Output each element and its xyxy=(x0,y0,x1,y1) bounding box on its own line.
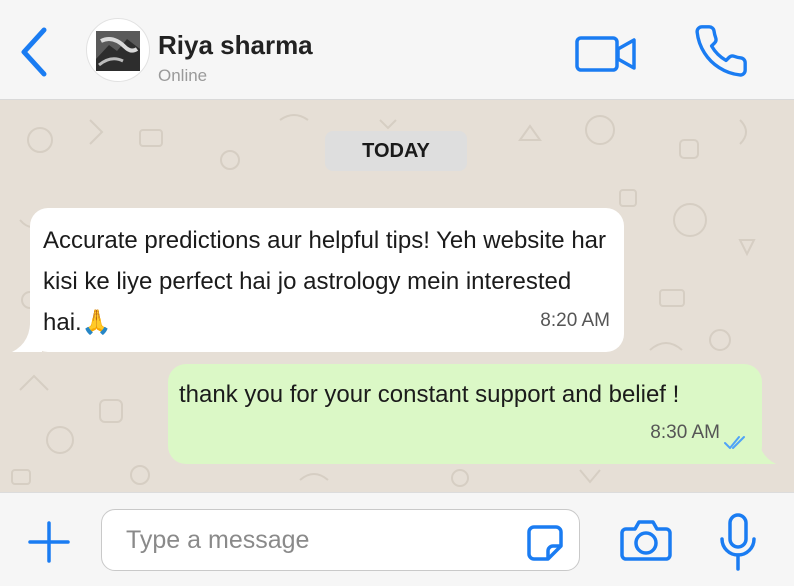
microphone-icon xyxy=(720,513,756,571)
camera-icon xyxy=(620,520,672,561)
chat-header: Riya sharma Online xyxy=(0,0,794,100)
sticker-button[interactable] xyxy=(526,524,564,562)
avatar-image xyxy=(96,31,140,71)
video-call-button[interactable] xyxy=(574,34,638,74)
outgoing-message[interactable]: thank you for your constant support and … xyxy=(168,364,762,464)
contact-status: Online xyxy=(158,66,208,85)
message-text: Accurate predictions aur helpful tips! Y… xyxy=(43,227,607,336)
incoming-message[interactable]: Accurate predictions aur helpful tips! Y… xyxy=(30,208,624,352)
plus-icon xyxy=(28,521,70,563)
message-input-box[interactable] xyxy=(101,509,580,571)
chat-area[interactable]: TODAY Accurate predictions aur helpful t… xyxy=(0,100,794,492)
video-camera-icon xyxy=(575,36,636,72)
message-time: 8:20 AM xyxy=(540,310,610,331)
composer-bar xyxy=(0,492,794,586)
contact-name[interactable]: Riya sharma xyxy=(158,30,313,61)
attach-button[interactable] xyxy=(26,519,72,565)
date-divider: TODAY xyxy=(325,131,467,171)
avatar[interactable] xyxy=(86,18,150,82)
message-time: 8:30 AM xyxy=(650,422,720,443)
voice-call-button[interactable] xyxy=(692,22,750,80)
back-button[interactable] xyxy=(14,26,54,78)
camera-button[interactable] xyxy=(620,517,672,563)
chevron-left-icon xyxy=(21,27,47,77)
sticker-icon xyxy=(527,525,563,561)
double-check-icon xyxy=(724,436,745,449)
message-text: thank you for your constant support and … xyxy=(179,381,680,408)
phone-icon xyxy=(695,25,747,77)
message-input[interactable] xyxy=(126,522,506,558)
microphone-button[interactable] xyxy=(718,513,758,573)
